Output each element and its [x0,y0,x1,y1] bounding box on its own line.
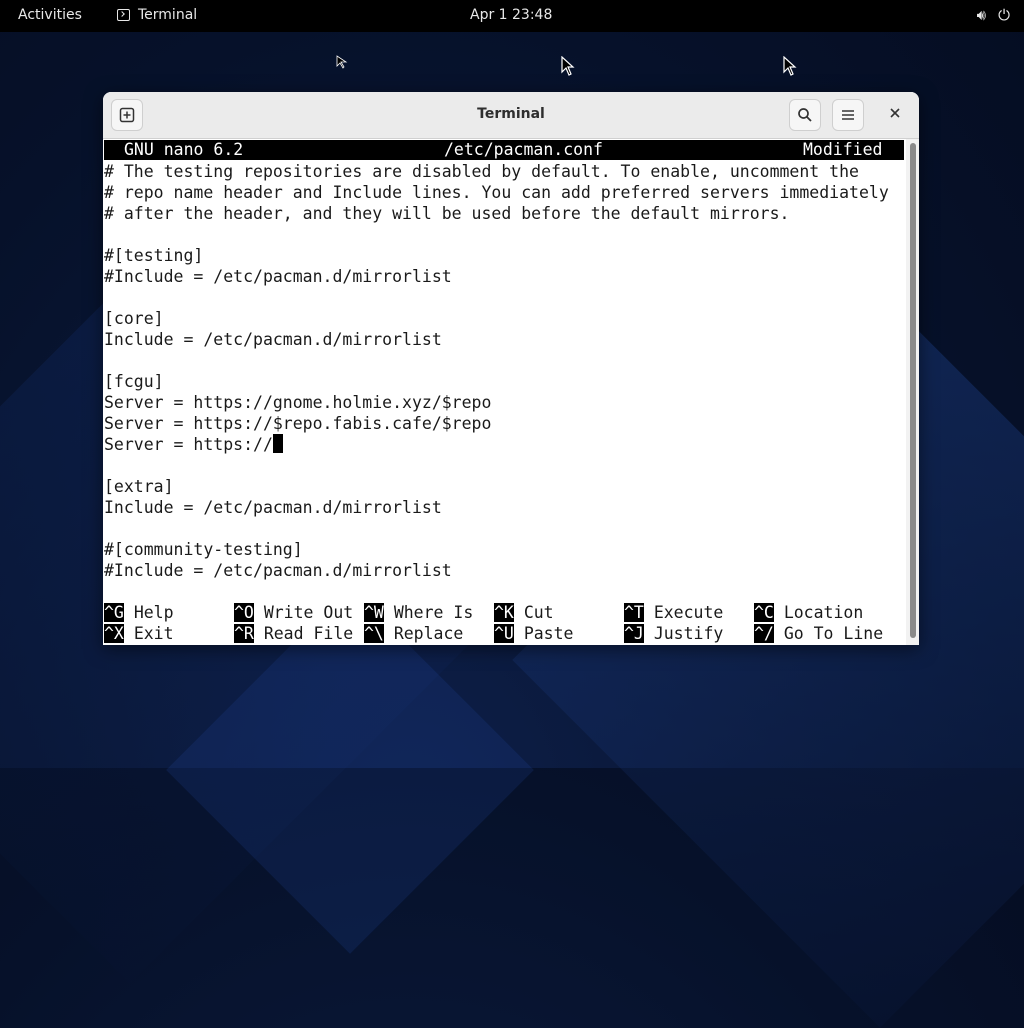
nano-title-bar: GNU nano 6.2 /etc/pacman.conf Modified [104,140,904,160]
shortcut-write-out[interactable]: ^O Write Out [234,602,353,623]
shortcut-exit[interactable]: ^X Exit [104,623,174,644]
terminal-window: Terminal GNU nano 6.2 /etc/pacman.conf M… [103,92,919,645]
shortcut-key: ^J [624,624,644,643]
editor-line: [core] [104,309,164,328]
shortcut-label: Location [783,603,864,622]
shortcut-label: Exit [133,624,174,643]
editor-line: # after the header, and they will be use… [104,204,790,223]
editor-line: [fcgu] [104,372,164,391]
editor-line: Server = https://$repo.fabis.cafe/$repo [104,414,492,433]
nano-version: GNU nano 6.2 [124,140,244,159]
shortcut-paste[interactable]: ^U Paste [494,623,573,644]
speaker-icon: 🔊︎ [976,6,987,24]
shortcut-key: ^\ [364,624,384,643]
shortcut-label: Where Is [393,603,474,622]
scrollbar[interactable] [906,139,919,645]
editor-line: #Include = /etc/pacman.d/mirrorlist [104,561,452,580]
editor-line: #[community-testing] [104,540,303,559]
close-button[interactable] [886,106,904,124]
shortcut-location[interactable]: ^C Location [754,602,863,623]
shortcut-key: ^O [234,603,254,622]
shortcut-key: ^G [104,603,124,622]
header-bar: Terminal [103,92,919,139]
shortcut-replace[interactable]: ^\ Replace [364,623,463,644]
editor-line: [extra] [104,477,174,496]
app-menu-label: Terminal [138,7,198,23]
shortcut-key: ^K [494,603,514,622]
shortcut-key: ^/ [754,624,774,643]
shortcut-help[interactable]: ^G Help [104,602,174,623]
shortcut-label: Replace [393,624,464,643]
menu-icon [842,110,854,120]
terminal-content[interactable]: GNU nano 6.2 /etc/pacman.conf Modified #… [103,139,906,645]
system-menu[interactable]: 🔊︎ ⏻ [977,6,1010,24]
nano-status: Modified [803,140,883,159]
shortcut-key: ^X [104,624,124,643]
power-icon: ⏻ [998,6,1010,24]
search-button[interactable] [789,99,821,131]
shortcut-label: Write Out [263,603,354,622]
editor-line: #Include = /etc/pacman.d/mirrorlist [104,267,452,286]
app-menu-button[interactable]: Terminal [117,7,197,23]
text-cursor [272,434,283,453]
shortcut-label: Read File [263,624,354,643]
close-icon [890,108,900,118]
top-bar: Activities Terminal Apr 1 23:48 🔊︎ ⏻ [0,0,1024,32]
menu-button[interactable] [832,99,864,131]
shortcut-where-is[interactable]: ^W Where Is [364,602,473,623]
terminal-app-icon [117,9,130,21]
scrollbar-thumb[interactable] [910,143,916,638]
shortcut-label: Help [133,603,174,622]
editor-line: Include = /etc/pacman.d/mirrorlist [104,330,442,349]
shortcut-label: Go To Line [783,624,884,643]
shortcut-key: ^C [754,603,774,622]
clock[interactable]: Apr 1 23:48 [470,7,552,23]
shortcut-justify[interactable]: ^J Justify [624,623,723,644]
search-icon [798,108,812,122]
editor-line: #[testing] [104,246,204,265]
shortcut-execute[interactable]: ^T Execute [624,602,723,623]
shortcut-label: Cut [523,603,554,622]
shortcut-read-file[interactable]: ^R Read File [234,623,353,644]
shortcut-key: ^T [624,603,644,622]
shortcut-go-to-line[interactable]: ^/ Go To Line [754,623,883,644]
editor-line: # repo name header and Include lines. Yo… [104,183,889,202]
editor-line: Include = /etc/pacman.d/mirrorlist [104,498,442,517]
nano-filename: /etc/pacman.conf [444,140,603,159]
shortcut-label: Execute [653,603,724,622]
shortcut-key: ^U [494,624,514,643]
shortcut-key: ^R [234,624,254,643]
shortcut-label: Justify [653,624,724,643]
shortcut-key: ^W [364,603,384,622]
activities-button[interactable]: Activities [18,7,82,23]
shortcut-label: Paste [523,624,574,643]
editor-line-current: Server = https:// [104,434,283,455]
shortcut-cut[interactable]: ^K Cut [494,602,554,623]
editor-line-text: Server = https:// [104,435,273,454]
editor-line: # The testing repositories are disabled … [104,162,859,181]
editor-line: Server = https://gnome.holmie.xyz/$repo [104,393,492,412]
